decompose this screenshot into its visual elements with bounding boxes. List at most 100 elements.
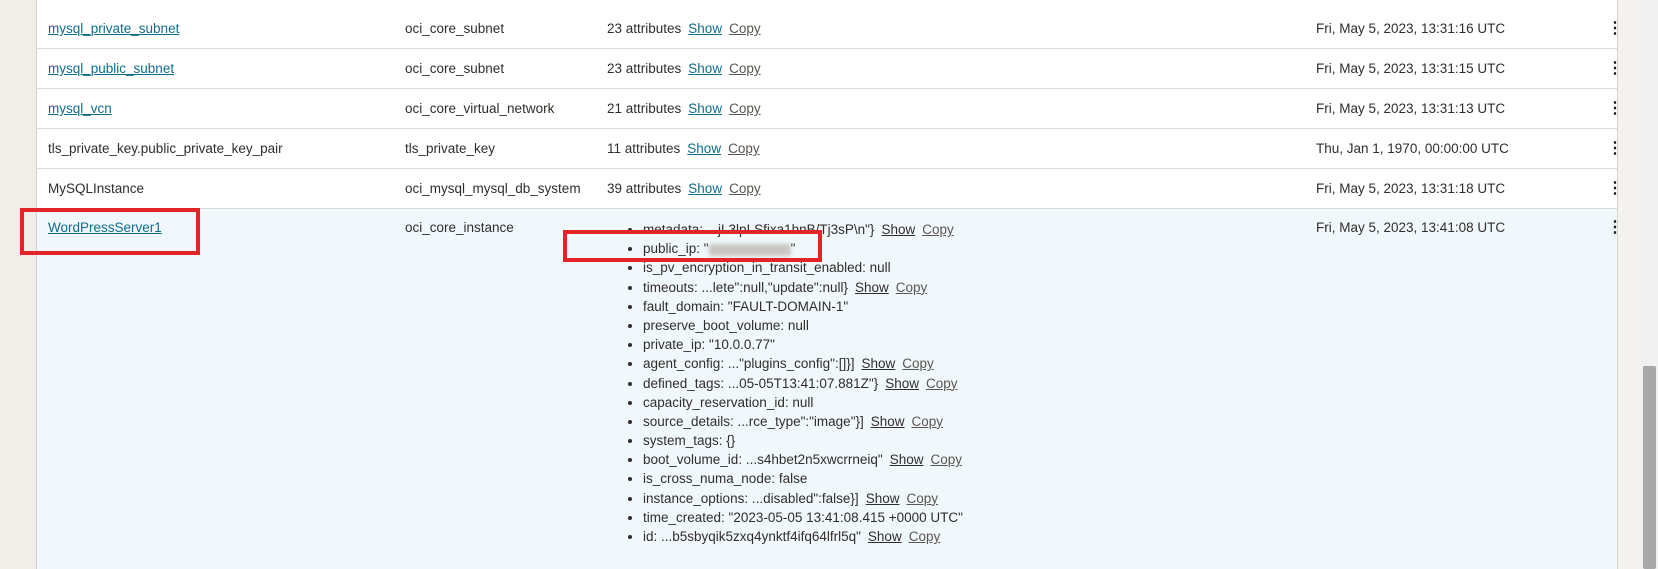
attribute-item: instance_options: ...disabled":false}] Sh… [643, 489, 963, 508]
attribute-item: is_cross_numa_node: false [643, 469, 963, 488]
table-row: mysql_private_subnet oci_core_subnet 23 at… [37, 9, 1623, 49]
attribute-text: public_ip: " [643, 241, 709, 257]
attribute-item: public_ip: " " [643, 239, 963, 258]
table-row-selected: WordPressServer1 oci_core_instance Fri, … [37, 209, 1623, 569]
resource-name-link[interactable]: mysql_private_subnet [48, 21, 179, 36]
attribute-text: private_ip: "10.0.0.77" [643, 337, 775, 353]
attributes-count: 11 attributes [607, 141, 681, 156]
attribute-item: defined_tags: ...05-05T13:41:07.881Z"} Sh… [643, 374, 963, 393]
resource-type: oci_core_instance [405, 220, 514, 235]
resource-type: oci_core_subnet [405, 21, 505, 36]
resource-date: Fri, May 5, 2023, 13:31:18 UTC [1316, 181, 1506, 196]
attribute-item: id: ...b5sbyqik5zxq4ynktf4ifq64lfrl5q" Sh… [643, 527, 963, 546]
copy-link[interactable]: Copy [902, 356, 934, 371]
attribute-text: id: ...b5sbyqik5zxq4ynktf4ifq64lfrl5q" [643, 529, 861, 544]
show-link[interactable]: Show [861, 356, 895, 371]
resource-type: tls_private_key [405, 141, 496, 156]
show-link[interactable]: Show [871, 414, 905, 429]
attribute-item: time_created: "2023-05-05 13:41:08.415 +… [643, 508, 963, 527]
copy-link[interactable]: Copy [926, 376, 958, 391]
attribute-text: instance_options: ...disabled":false}] [643, 490, 859, 506]
row-actions-menu-icon[interactable]: ⋮ [1606, 19, 1624, 39]
attribute-item: is_pv_encryption_in_transit_enabled: nul… [643, 258, 963, 277]
resource-date: Thu, Jan 1, 1970, 00:00:00 UTC [1316, 141, 1509, 156]
resource-name-link[interactable]: mysql_public_subnet [48, 61, 174, 76]
attribute-text: boot_volume_id: ...s4hbet2n5xwcrrneiq" [643, 452, 883, 468]
attribute-text: is_cross_numa_node: false [643, 471, 808, 487]
show-link[interactable]: Show [890, 452, 924, 467]
attributes-count: 23 attributes [607, 21, 682, 36]
show-link[interactable]: Show [688, 21, 722, 36]
copy-link[interactable]: Copy [922, 222, 954, 237]
attribute-text: time_created: "2023-05-05 13:41:08.415 +… [643, 509, 963, 525]
row-actions-menu-icon[interactable]: ⋮ [1606, 139, 1624, 159]
attributes-count: 21 attributes [607, 101, 682, 116]
copy-link[interactable]: Copy [896, 280, 928, 295]
resource-name-link[interactable]: mysql_vcn [48, 101, 112, 116]
redacted-value [708, 243, 791, 256]
attribute-item: source_details: ...rce_type":"image"}] Sh… [643, 412, 963, 431]
copy-link[interactable]: Copy [729, 61, 761, 76]
row-actions-menu-icon[interactable]: ⋮ [1606, 59, 1624, 79]
attributes-count: 23 attributes [607, 61, 682, 76]
attribute-item: timeouts: ...lete":null,"update":null} Sh… [643, 278, 963, 297]
attribute-text: preserve_boot_volume: null [643, 317, 809, 333]
resource-type: oci_mysql_mysql_db_system [405, 181, 581, 196]
resource-type: oci_core_virtual_network [405, 101, 555, 116]
attribute-item: boot_volume_id: ...s4hbet2n5xwcrrneiq" Sh… [643, 450, 963, 469]
attribute-item: system_tags: {} [643, 431, 963, 450]
attribute-item: preserve_boot_volume: null [643, 316, 963, 335]
attribute-text: fault_domain: "FAULT-DOMAIN-1" [643, 298, 849, 314]
table-row: mysql_vcn oci_core_virtual_network 21 attr… [37, 89, 1623, 129]
resource-date: Fri, May 5, 2023, 13:31:16 UTC [1316, 21, 1506, 36]
attribute-text: is_pv_encryption_in_transit_enabled: nul… [643, 260, 891, 276]
attribute-text: timeouts: ...lete":null,"update":null} [643, 279, 848, 295]
show-link[interactable]: Show [687, 141, 721, 156]
resource-name: tls_private_key.public_private_key_pair [48, 141, 283, 156]
attribute-item: fault_domain: "FAULT-DOMAIN-1" [643, 297, 963, 316]
copy-link[interactable]: Copy [906, 491, 938, 506]
left-background [0, 0, 36, 569]
scrollbar-thumb[interactable] [1643, 366, 1656, 569]
row-actions-menu-icon[interactable]: ⋮ [1606, 179, 1624, 199]
attribute-text: capacity_reservation_id: null [643, 394, 814, 410]
resource-date: Fri, May 5, 2023, 13:41:08 UTC [1316, 220, 1506, 235]
copy-link[interactable]: Copy [729, 101, 761, 116]
copy-link[interactable]: Copy [729, 181, 761, 196]
resource-type: oci_core_subnet [405, 61, 505, 76]
resource-date: Fri, May 5, 2023, 13:31:15 UTC [1316, 61, 1506, 76]
show-link[interactable]: Show [866, 491, 900, 506]
copy-link[interactable]: Copy [729, 21, 761, 36]
copy-link[interactable]: Copy [912, 414, 944, 429]
table-row: MySQLInstance oci_mysql_mysql_db_system 39… [37, 169, 1623, 209]
show-link[interactable]: Show [688, 101, 722, 116]
show-link[interactable]: Show [688, 181, 722, 196]
attribute-text: system_tags: {} [643, 433, 736, 449]
copy-link[interactable]: Copy [909, 529, 941, 544]
show-link[interactable]: Show [885, 376, 919, 391]
attribute-item: metadata: ...jL3lpLSfixa1hnB/Tj3sP\n"} Sh… [643, 220, 963, 239]
show-link[interactable]: Show [868, 529, 902, 544]
table-row: mysql_public_subnet oci_core_subnet 23 att… [37, 49, 1623, 89]
row-actions-menu-icon[interactable]: ⋮ [1606, 99, 1624, 119]
attribute-text: metadata: ...jL3lpLSfixa1hnB/Tj3sP\n"} [643, 222, 875, 237]
resource-date: Fri, May 5, 2023, 13:31:13 UTC [1316, 101, 1506, 116]
table-row: tls_private_key.public_private_key_pair t… [37, 129, 1623, 169]
resource-name-link[interactable]: WordPressServer1 [48, 220, 162, 235]
attributes-count: 39 attributes [607, 181, 682, 196]
copy-link[interactable]: Copy [930, 452, 962, 467]
resource-name: MySQLInstance [48, 181, 145, 196]
attribute-text: source_details: ...rce_type":"image"}] [643, 413, 864, 429]
attribute-item: agent_config: ..."plugins_config":[]}] Sh… [643, 354, 963, 373]
attribute-text: agent_config: ..."plugins_config":[]}] [643, 356, 855, 372]
attribute-item: capacity_reservation_id: null [643, 393, 963, 412]
attributes-list: metadata: ...jL3lpLSfixa1hnB/Tj3sP\n"} Sh… [623, 220, 963, 546]
attribute-item: private_ip: "10.0.0.77" [643, 335, 963, 354]
row-actions-menu-icon[interactable]: ⋮ [1606, 218, 1624, 238]
show-link[interactable]: Show [688, 61, 722, 76]
show-link[interactable]: Show [881, 222, 915, 237]
attribute-suffix: " [790, 241, 796, 257]
copy-link[interactable]: Copy [728, 141, 760, 156]
attribute-text: defined_tags: ...05-05T13:41:07.881Z"} [643, 375, 879, 391]
show-link[interactable]: Show [855, 280, 889, 295]
